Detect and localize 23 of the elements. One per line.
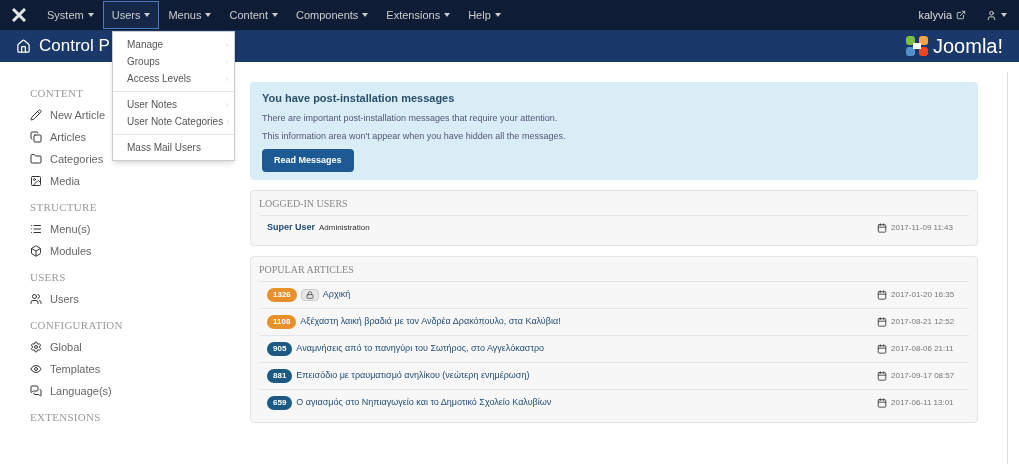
date-text: 2017-08-06 21:11 [891, 343, 955, 355]
logo-text: Joomla! [932, 34, 1003, 59]
section-heading: CONFIGURATION [30, 317, 124, 333]
hits-badge: 905 [267, 342, 293, 356]
alert-text: This information area won't appear when you have hidden all the messages. [262, 130, 567, 143]
panel-title: POPULAR ARTICLES [259, 262, 355, 277]
panel-title: LOGGED-IN USERS [259, 196, 349, 211]
section-heading: USERS [30, 269, 67, 285]
user-role: Administration [319, 221, 370, 234]
date-text: 2017-08-21 12:52 [891, 316, 956, 328]
alert-text: There are important post-installation messages that require your attention. [262, 111, 559, 125]
date-text: 2017-06-11 13:01 [891, 397, 955, 409]
hits-badge: 1326 [267, 288, 297, 302]
hits-badge: 1108 [267, 315, 297, 329]
page-title: Control P [39, 35, 110, 58]
date-text: 2017-11-09 11:43 [891, 221, 954, 234]
date-text: 2017-09-17 08:57 [891, 370, 956, 382]
section-heading: STRUCTURE [30, 199, 98, 215]
hits-badge: 659 [267, 396, 293, 410]
date-text: 2017-01-20 16:35 [891, 289, 956, 301]
section-heading: EXTENSIONS [30, 409, 102, 425]
alert-title: You have post-installation messages [262, 91, 456, 106]
hits-badge: 881 [267, 369, 293, 383]
